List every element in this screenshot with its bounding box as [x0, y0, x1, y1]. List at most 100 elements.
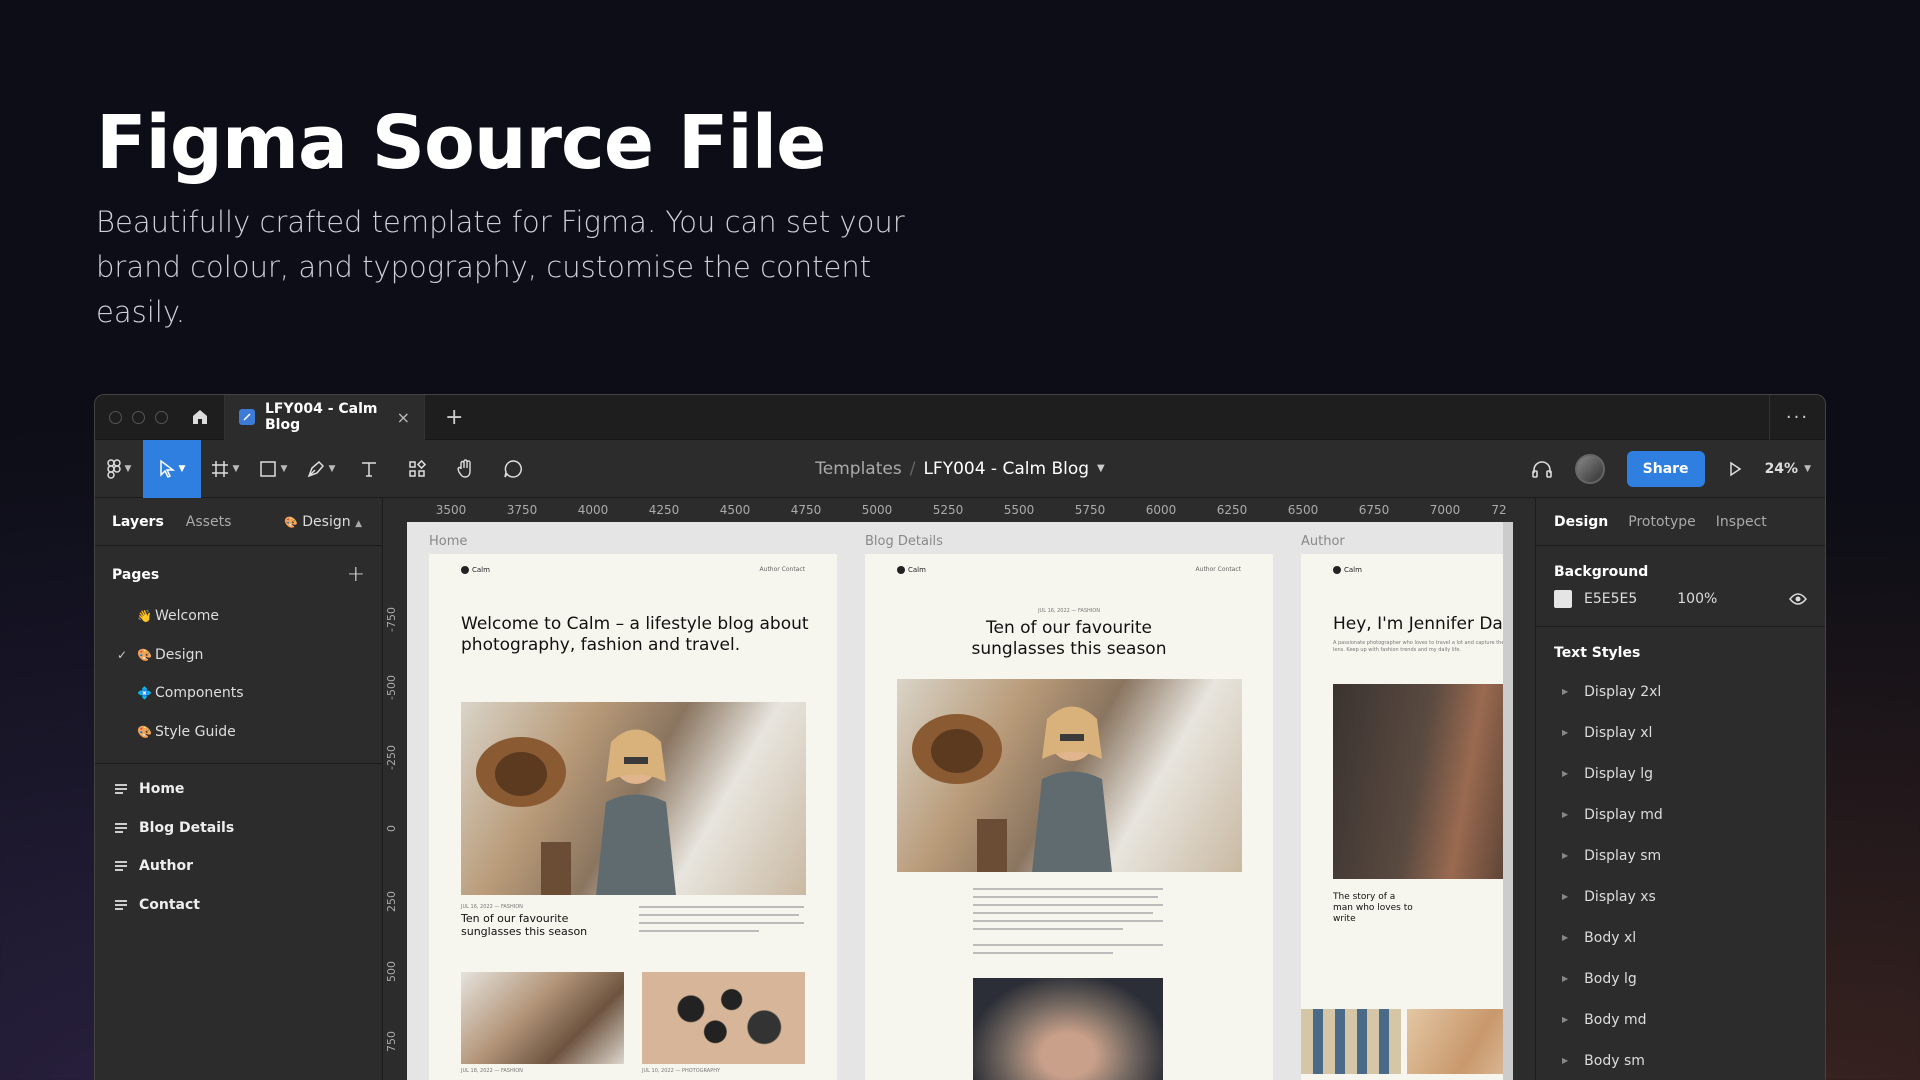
new-tab-button[interactable]: +	[425, 405, 483, 430]
hero-photo	[461, 702, 806, 895]
frame-tool-button[interactable]: ▼	[201, 440, 249, 498]
figma-logo-icon	[106, 458, 121, 479]
caret-right-icon: ▶	[1562, 769, 1569, 778]
blog-nav: Author Contact	[1195, 566, 1241, 573]
layer-item-blog-details[interactable]: Blog Details	[95, 809, 382, 848]
frame-label-author[interactable]: Author	[1301, 534, 1345, 549]
tab-layers[interactable]: Layers	[112, 514, 164, 530]
tab-prototype[interactable]: Prototype	[1628, 514, 1696, 530]
background-opacity-input[interactable]: 100%	[1677, 591, 1717, 607]
ruler-tick: 0	[385, 825, 398, 832]
share-button[interactable]: Share	[1626, 451, 1705, 487]
main-menu-button[interactable]: ▼	[95, 440, 143, 498]
hand-tool-button[interactable]	[441, 440, 489, 498]
home-button[interactable]	[175, 395, 225, 440]
text-style-item[interactable]: ▶ Display xs	[1536, 876, 1825, 917]
caret-right-icon: ▶	[1562, 810, 1569, 819]
background-hex-input[interactable]: E5E5E5	[1584, 591, 1637, 607]
check-icon: ✓	[117, 647, 128, 662]
avatar[interactable]	[1574, 454, 1605, 484]
diamond-icon: 💠	[137, 686, 152, 701]
headphones-icon[interactable]	[1531, 459, 1553, 479]
move-tool-button[interactable]: ▼	[143, 439, 201, 498]
chevron-down-icon: ▼	[232, 463, 240, 474]
page-item-design[interactable]: ✓ 🎨 Design	[95, 636, 382, 675]
play-icon[interactable]	[1727, 461, 1743, 477]
ruler-tick: 7000	[1429, 503, 1461, 517]
canvas-scrollbar[interactable]	[1503, 522, 1513, 1080]
text-style-item[interactable]: ▶ Display sm	[1536, 835, 1825, 876]
layer-label: Author	[139, 858, 193, 875]
ruler-tick: 750	[385, 1031, 398, 1052]
resources-tool-button[interactable]	[393, 440, 441, 498]
layer-label: Contact	[139, 896, 200, 913]
text-styles-list: ▶ Display 2xl ▶ Display xl ▶ Display lg ▶ Di…	[1536, 671, 1825, 1080]
author-photo	[1333, 684, 1513, 879]
text-tool-button[interactable]	[345, 440, 393, 498]
breadcrumb-file-name[interactable]: LFY004 - Calm Blog	[923, 459, 1089, 479]
caret-right-icon: ▶	[1562, 892, 1569, 901]
file-icon	[239, 409, 255, 425]
layer-item-home[interactable]: Home	[95, 770, 382, 809]
card-title: Ten of our favourite sunglasses this sea…	[461, 912, 588, 938]
woman-photo-illustration	[476, 729, 676, 895]
chevron-up-icon: ▲	[355, 518, 362, 529]
frame-layer-icon	[115, 899, 127, 910]
minimize-window-button[interactable]	[132, 410, 145, 424]
chevron-down-icon[interactable]: ▼	[1097, 463, 1105, 474]
pen-icon	[307, 460, 324, 477]
caret-right-icon: ▶	[1562, 974, 1569, 983]
page-item-components[interactable]: 💠 Components	[95, 674, 382, 713]
frame-label-home[interactable]: Home	[429, 534, 467, 549]
article-meta: JUL 16, 2022 — FASHION	[1038, 608, 1100, 614]
hero-subtitle-line-1: Beautifully crafted template for Figma. …	[96, 205, 905, 239]
frame-home[interactable]: Calm Author Contact Welcome to Calm – a …	[429, 554, 837, 1080]
blog-logo: Calm	[1333, 566, 1362, 574]
breadcrumb-templates[interactable]: Templates	[815, 459, 901, 479]
text-style-item[interactable]: ▶ Body sm	[1536, 1040, 1825, 1080]
caret-right-icon: ▶	[1562, 851, 1569, 860]
text-style-item[interactable]: ▶ Display xl	[1536, 712, 1825, 753]
zoom-control[interactable]: 24% ▼	[1765, 461, 1811, 477]
ruler-tick: 250	[385, 891, 398, 912]
pen-tool-button[interactable]: ▼	[297, 440, 345, 498]
close-window-button[interactable]	[109, 410, 122, 424]
text-style-item[interactable]: ▶ Display 2xl	[1536, 671, 1825, 712]
add-page-icon[interactable]: +	[347, 562, 365, 587]
maximize-window-button[interactable]	[155, 410, 168, 424]
text-style-item[interactable]: ▶ Display lg	[1536, 753, 1825, 794]
tab-inspect[interactable]: Inspect	[1716, 514, 1767, 530]
author-story: The story of a man who loves to write	[1333, 892, 1413, 924]
ruler-tick: 4250	[648, 503, 680, 517]
frame-layer-icon	[115, 822, 127, 833]
ruler-vertical: -750 -500 -250 0 250 500 750	[383, 522, 407, 1080]
text-style-item[interactable]: ▶ Body lg	[1536, 958, 1825, 999]
text-style-item[interactable]: ▶ Body md	[1536, 999, 1825, 1040]
text-style-item[interactable]: ▶ Display md	[1536, 794, 1825, 835]
page-item-label: Design	[155, 646, 204, 663]
comment-tool-button[interactable]	[489, 440, 537, 498]
tab-design[interactable]: Design	[1554, 514, 1608, 530]
page-selector[interactable]: 🎨 Design ▲	[284, 514, 362, 530]
page-item-welcome[interactable]: 👋 Welcome	[95, 597, 382, 636]
file-tab[interactable]: LFY004 - Calm Blog ×	[225, 395, 425, 440]
shape-tool-button[interactable]: ▼	[249, 440, 297, 498]
right-panel: Design Prototype Inspect Background E5E5…	[1535, 498, 1825, 1080]
text-style-item[interactable]: ▶ Body xl	[1536, 917, 1825, 958]
more-options-button[interactable]: ···	[1769, 395, 1825, 440]
close-tab-icon[interactable]: ×	[397, 408, 410, 427]
canvas[interactable]: 3500 3750 4000 4250 4500 4750 5000 5250 …	[383, 498, 1513, 1080]
eye-icon[interactable]	[1789, 592, 1807, 606]
frame-layer-icon	[115, 861, 127, 872]
page-item-style-guide[interactable]: 🎨 Style Guide	[95, 713, 382, 752]
background-color-swatch[interactable]	[1554, 590, 1572, 608]
layer-item-contact[interactable]: Contact	[95, 886, 382, 925]
frame-label-blog-details[interactable]: Blog Details	[865, 534, 943, 549]
comment-icon	[504, 459, 522, 478]
frame-blog-details[interactable]: Calm Author Contact JUL 16, 2022 — FASHI…	[865, 554, 1273, 1080]
frame-author[interactable]: Calm Hey, I'm Jennifer Davis A passionat…	[1301, 554, 1513, 1080]
page-item-label: Welcome	[155, 608, 220, 625]
layer-item-author[interactable]: Author	[95, 847, 382, 886]
tab-assets[interactable]: Assets	[186, 514, 232, 530]
ruler-tick: -500	[385, 675, 398, 700]
